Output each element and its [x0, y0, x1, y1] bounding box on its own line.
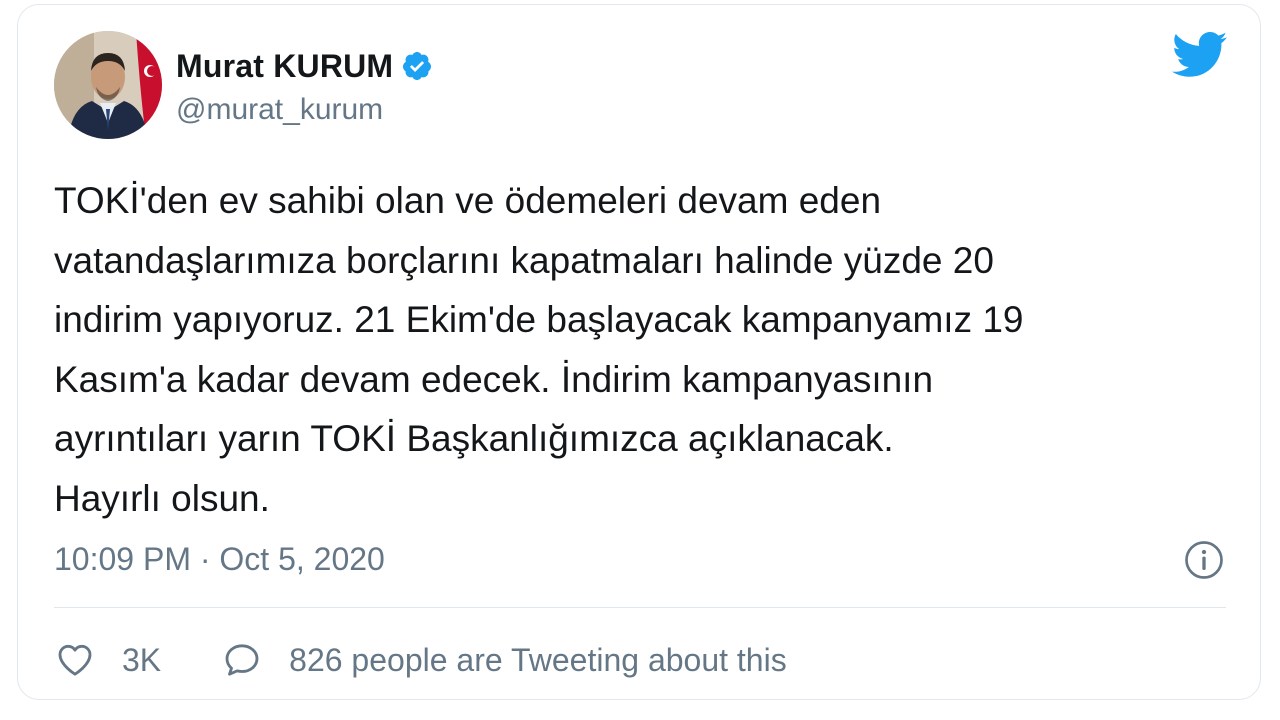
tweet-embed-card: Murat KURUM @murat_kurum TOKİ'den ev sah…	[17, 4, 1261, 700]
tweet-text-line: Hayırlı olsun.	[54, 477, 270, 519]
action-bar: 3K 826 people are Tweeting about this	[54, 635, 787, 685]
verified-badge-icon	[403, 52, 432, 80]
tweet-text-line: TOKİ'den ev sahibi olan ve ödemeleri dev…	[54, 180, 882, 221]
author-handle[interactable]: @murat_kurum	[176, 93, 383, 127]
people-tweeting-link[interactable]: 826 people are Tweeting about this	[289, 642, 787, 679]
tweet-text-line: indirim yapıyoruz. 21 Ekim'de başlayacak…	[54, 299, 1024, 340]
avatar[interactable]	[54, 31, 162, 139]
avatar-portrait-image	[54, 31, 162, 139]
twitter-bird-icon[interactable]	[1172, 31, 1228, 79]
tweet-text: TOKİ'den ev sahibi olan ve ödemeleri dev…	[54, 171, 1234, 528]
author-display-name[interactable]: Murat KURUM	[176, 48, 393, 85]
divider	[54, 607, 1226, 608]
heart-icon[interactable]	[54, 640, 96, 680]
info-icon[interactable]	[1184, 540, 1224, 580]
tweet-timestamp[interactable]: 10:09 PM · Oct 5, 2020	[54, 541, 385, 578]
tweet-text-line: Kasım'a kadar devam edecek. İndirim kamp…	[54, 358, 934, 400]
author-name-row: Murat KURUM	[176, 43, 433, 89]
like-count[interactable]: 3K	[122, 642, 161, 679]
speech-bubble-icon[interactable]	[221, 640, 263, 680]
tweet-text-line: vatandaşlarımıza borçlarını kapatmaları …	[54, 239, 994, 281]
tweet-text-line: ayrıntıları yarın TOKİ Başkanlığımızca a…	[54, 418, 894, 459]
